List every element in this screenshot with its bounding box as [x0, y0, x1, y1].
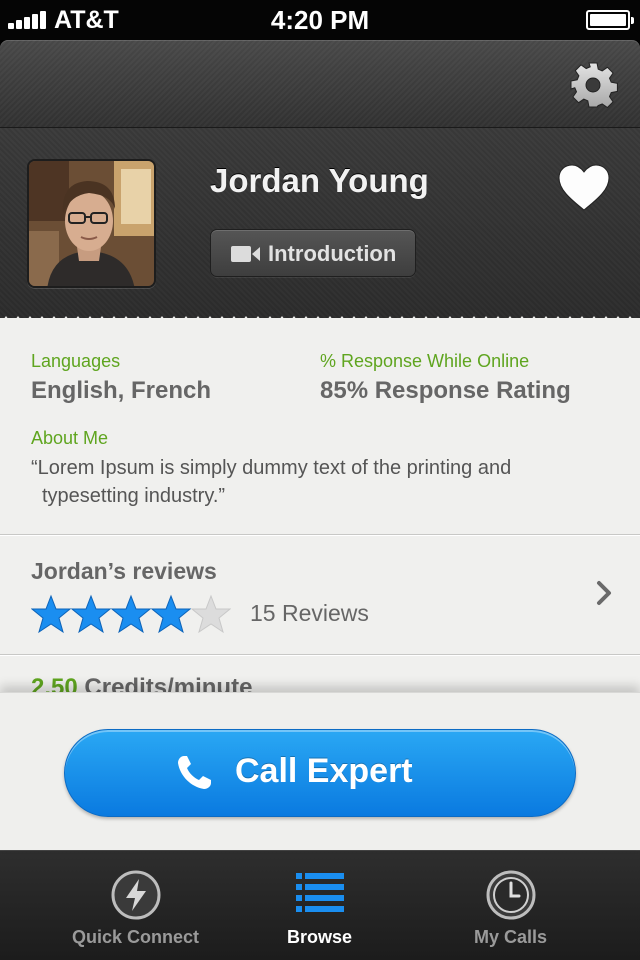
tab-label: My Calls — [473, 927, 548, 947]
expert-name: Jordan Young — [210, 162, 429, 199]
navigation-bar — [0, 40, 640, 128]
gear-icon[interactable] — [568, 60, 618, 110]
clock-icon — [486, 870, 535, 920]
introduction-label: Introduction — [268, 241, 397, 266]
phone-icon — [178, 756, 211, 789]
about-text-line1: “Lorem Ipsum is simply dummy text of the… — [31, 457, 512, 479]
status-time: 4:20 PM — [270, 5, 370, 35]
reviews-title: Jordan’s reviews — [31, 558, 217, 584]
tab-label: Quick Connect — [71, 927, 200, 947]
tab-bar: Quick Connect Browse My Calls — [0, 850, 640, 960]
profile-header: Jordan Young Introduction — [0, 128, 640, 328]
video-camera-icon — [231, 246, 260, 262]
about-text: “Lorem Ipsum is simply dummy text of the… — [31, 454, 591, 510]
heart-icon[interactable] — [557, 164, 611, 212]
response-label: % Response While Online — [320, 351, 530, 371]
profile-details: Languages English, French % Response Whi… — [0, 318, 640, 698]
tab-quick-connect[interactable]: Quick Connect — [29, 851, 242, 960]
list-icon — [295, 873, 344, 912]
languages-value: English, French — [31, 377, 212, 404]
languages-label: Languages — [31, 351, 121, 371]
battery-icon — [586, 10, 634, 30]
zigzag-divider — [0, 316, 640, 330]
about-label: About Me — [31, 428, 109, 448]
star-filled-icon — [151, 594, 191, 634]
star-filled-icon — [31, 594, 71, 634]
call-expert-label: Call Expert — [235, 752, 413, 790]
tab-browse[interactable]: Browse — [213, 851, 426, 960]
chevron-right-icon — [597, 581, 611, 605]
reviews-row[interactable]: Jordan’s reviews 15 Reviews — [0, 536, 640, 654]
call-expert-button[interactable]: Call Expert — [64, 729, 576, 817]
call-panel: Call Expert — [0, 692, 640, 850]
review-count: 15 Reviews — [250, 600, 369, 626]
avatar-photo — [29, 161, 154, 286]
tab-my-calls[interactable]: My Calls — [404, 851, 617, 960]
star-empty-icon — [191, 594, 231, 634]
battery-level — [590, 14, 626, 26]
star-filled-icon — [71, 594, 111, 634]
introduction-button[interactable]: Introduction — [210, 229, 416, 277]
avatar — [27, 159, 156, 288]
section-divider — [0, 654, 640, 656]
response-value: 85% Response Rating — [320, 377, 571, 404]
tab-label: Browse — [286, 927, 353, 947]
star-filled-icon — [111, 594, 151, 634]
lightning-icon — [111, 870, 160, 920]
about-text-line2: typesetting industry.” — [42, 485, 226, 507]
status-bar: AT&T 4:20 PM — [0, 0, 640, 40]
